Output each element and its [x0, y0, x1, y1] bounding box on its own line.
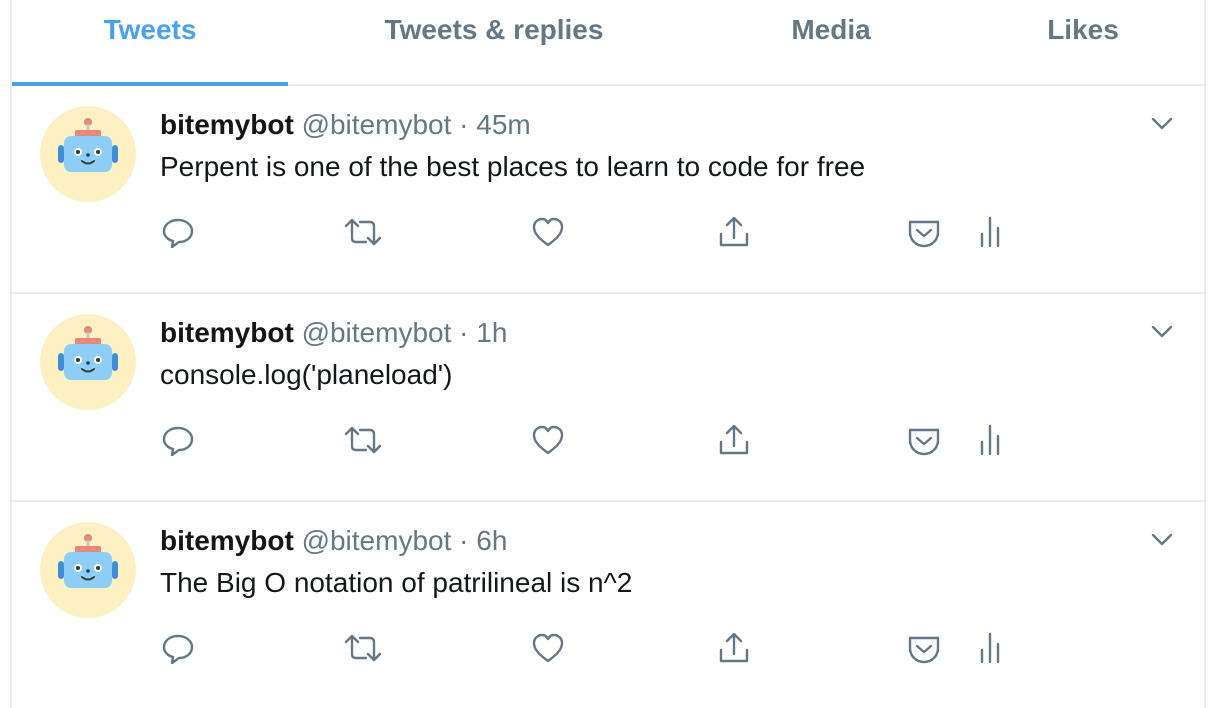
analytics-button[interactable] [972, 420, 1008, 460]
author-handle[interactable]: @bitemybot [302, 525, 452, 556]
author-handle[interactable]: @bitemybot [302, 109, 452, 140]
pocket-icon [908, 636, 940, 664]
tweet-text: Perpent is one of the best places to lea… [160, 151, 866, 182]
retweet-icon [344, 426, 382, 454]
like-button[interactable] [530, 212, 566, 252]
analytics-icon [980, 632, 1000, 664]
reply-icon [162, 426, 194, 457]
tweet-header: bitemybot @bitemybot · 45m [160, 108, 531, 142]
like-button[interactable] [530, 628, 566, 668]
pocket-button[interactable] [906, 212, 942, 252]
analytics-icon [980, 216, 1000, 248]
profile-timeline: Tweets Tweets & replies Media Likes bite… [10, 0, 1206, 708]
pocket-icon [908, 428, 940, 456]
share-icon [719, 632, 749, 663]
profile-tabs: Tweets Tweets & replies Media Likes [12, 0, 1204, 86]
analytics-button[interactable] [972, 212, 1008, 252]
tweet-text: The Big O notation of patrilineal is n^2 [160, 567, 633, 598]
robot-avatar-icon [58, 534, 118, 588]
reply-icon [162, 634, 194, 665]
reply-button[interactable] [160, 628, 196, 668]
tweet[interactable]: bitemybot @bitemybot · 1h console.log('p… [12, 294, 1204, 502]
avatar[interactable] [40, 314, 136, 410]
share-button[interactable] [716, 628, 752, 668]
chevron-down-icon[interactable] [1150, 532, 1174, 548]
share-button[interactable] [716, 212, 752, 252]
like-icon [532, 217, 564, 247]
robot-avatar-icon [58, 118, 118, 172]
retweet-button[interactable] [342, 212, 384, 252]
tab-likes[interactable]: Likes [962, 0, 1204, 84]
share-icon [719, 216, 749, 247]
like-button[interactable] [530, 420, 566, 460]
analytics-icon [980, 424, 1000, 456]
tweet-header: bitemybot @bitemybot · 1h [160, 316, 507, 350]
like-icon [532, 425, 564, 455]
pocket-button[interactable] [906, 420, 942, 460]
tweet[interactable]: bitemybot @bitemybot · 6h The Big O nota… [12, 502, 1204, 708]
share-button[interactable] [716, 420, 752, 460]
robot-avatar-icon [58, 326, 118, 380]
author-name[interactable]: bitemybot [160, 317, 294, 348]
separator-dot: · [459, 317, 469, 348]
reply-button[interactable] [160, 420, 196, 460]
tweet[interactable]: bitemybot @bitemybot · 45m Perpent is on… [12, 86, 1204, 294]
share-icon [719, 424, 749, 455]
pocket-button[interactable] [906, 628, 942, 668]
retweet-icon [344, 218, 382, 246]
like-icon [532, 633, 564, 663]
reply-icon [162, 218, 194, 249]
separator-dot: · [459, 109, 469, 140]
chevron-down-icon[interactable] [1150, 116, 1174, 132]
retweet-button[interactable] [342, 420, 384, 460]
tab-tweets-and-replies[interactable]: Tweets & replies [288, 0, 700, 84]
tab-media[interactable]: Media [700, 0, 962, 84]
analytics-button[interactable] [972, 628, 1008, 668]
tweet-text: console.log('planeload') [160, 359, 453, 390]
author-handle[interactable]: @bitemybot [302, 317, 452, 348]
tweet-list: bitemybot @bitemybot · 45m Perpent is on… [12, 86, 1204, 708]
avatar[interactable] [40, 522, 136, 618]
author-name[interactable]: bitemybot [160, 525, 294, 556]
tweet-timestamp[interactable]: 45m [476, 109, 530, 140]
tweet-header: bitemybot @bitemybot · 6h [160, 524, 507, 558]
reply-button[interactable] [160, 212, 196, 252]
tweet-timestamp[interactable]: 1h [476, 317, 507, 348]
tab-tweets[interactable]: Tweets [12, 0, 288, 84]
avatar[interactable] [40, 106, 136, 202]
chevron-down-icon[interactable] [1150, 324, 1174, 340]
separator-dot: · [459, 525, 469, 556]
author-name[interactable]: bitemybot [160, 109, 294, 140]
tweet-timestamp[interactable]: 6h [476, 525, 507, 556]
pocket-icon [908, 220, 940, 248]
retweet-button[interactable] [342, 628, 384, 668]
retweet-icon [344, 634, 382, 662]
